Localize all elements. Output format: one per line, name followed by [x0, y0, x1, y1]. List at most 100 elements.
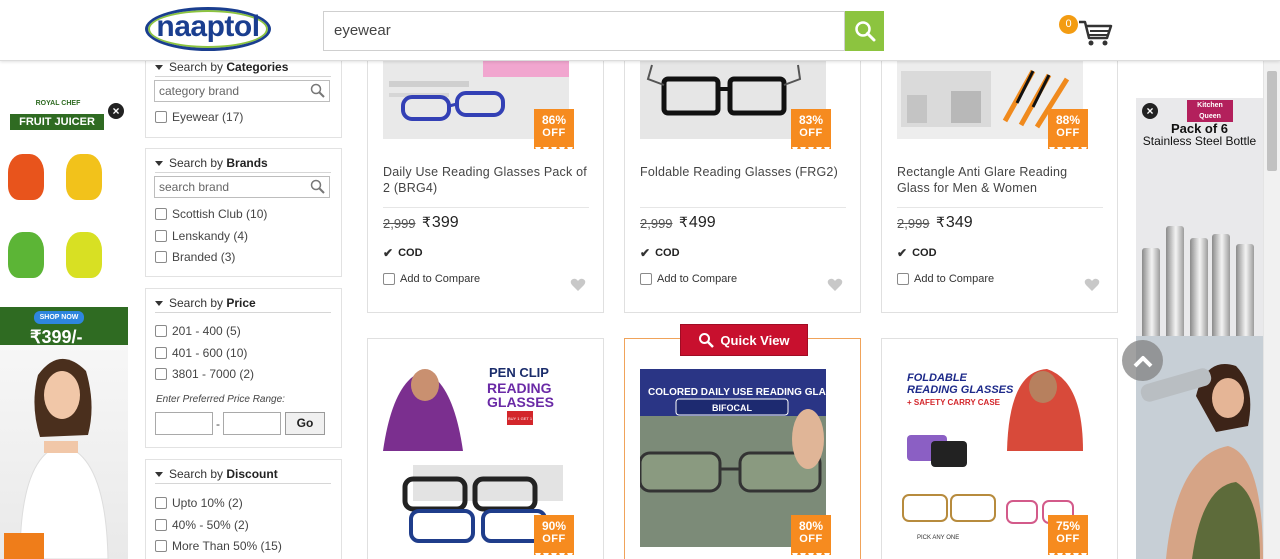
image-text: COLORED DAILY USE READING GLASSES	[648, 387, 826, 398]
quick-view-button[interactable]: Quick View	[680, 324, 808, 356]
discount-option[interactable]: More Than 50% (15)	[155, 539, 282, 553]
checkbox[interactable]	[155, 368, 167, 380]
product-name[interactable]: Daily Use Reading Glasses Pack of 2 (BRG…	[383, 164, 588, 196]
rupee-symbol: ₹	[936, 214, 945, 230]
product-name[interactable]: Rectangle Anti Glare Reading Glass for M…	[897, 164, 1102, 196]
price-range-dash: -	[216, 417, 220, 431]
bottle-image	[1190, 238, 1208, 340]
search-input[interactable]: eyewear	[323, 11, 845, 51]
category-search-input[interactable]: category brand	[154, 80, 330, 102]
brand-option[interactable]: Scottish Club (10)	[155, 207, 267, 221]
right-ad-brand: Kitchen Queen	[1187, 100, 1233, 122]
juicer-image-orange	[8, 154, 44, 200]
cod-label: ✔ COD	[640, 246, 680, 260]
wishlist-heart-icon[interactable]	[827, 277, 843, 292]
checkbox[interactable]	[155, 519, 167, 531]
product-card[interactable]: COLORED DAILY USE READING GLASSES BIFOCA…	[624, 338, 861, 559]
caret-down-icon	[155, 301, 163, 307]
checkbox[interactable]	[155, 540, 167, 552]
product-card[interactable]: 86% OFF Daily Use Reading Glasses Pack of…	[367, 40, 604, 313]
product-card[interactable]: 88% OFF Rectangle Anti Glare Reading Glas…	[881, 40, 1118, 313]
filter-price: Search by Price 201 - 400 (5) 401 - 600 …	[145, 288, 342, 448]
product-card[interactable]: 83% OFF Foldable Reading Glasses (FRG2) 2…	[624, 40, 861, 313]
scroll-to-top-button[interactable]	[1122, 340, 1163, 381]
divider	[155, 172, 331, 173]
left-ad-close-button[interactable]: ×	[108, 103, 124, 119]
price-option[interactable]: 201 - 400 (5)	[155, 324, 241, 338]
filter-discount-title[interactable]: Search by Discount	[155, 467, 278, 481]
search-icon	[854, 21, 875, 42]
brand-search-input[interactable]: search brand	[154, 176, 330, 198]
cart-icon[interactable]	[1077, 18, 1113, 48]
left-ad-brand: ROYAL CHEF	[35, 100, 81, 107]
discount-option[interactable]: Upto 10% (2)	[155, 496, 243, 510]
checkbox[interactable]	[155, 230, 167, 242]
search-icon	[699, 333, 715, 348]
model-illustration	[4, 358, 109, 559]
filter-brands: Search by Brands search brand Scottish C…	[145, 148, 342, 277]
right-ad-close-button[interactable]: ×	[1142, 103, 1158, 119]
checkbox[interactable]	[155, 111, 167, 123]
discount-badge: 83% OFF	[791, 109, 831, 153]
checkbox[interactable]	[897, 273, 909, 285]
discount-badge: 80% OFF	[791, 515, 831, 559]
product-card[interactable]: FOLDABLE READING GLASSES + SAFETY CARRY …	[881, 338, 1118, 559]
add-to-compare[interactable]: Add to Compare	[383, 273, 480, 285]
filter-categories-title[interactable]: Search by Categories	[155, 60, 288, 74]
right-ad-title: Pack of 6 Stainless Steel Bottle	[1136, 122, 1263, 148]
checkbox[interactable]	[155, 347, 167, 359]
left-ad-model-image	[0, 345, 128, 559]
brand-option[interactable]: Lenskandy (4)	[155, 229, 248, 243]
search-icon	[310, 179, 325, 194]
product-card[interactable]: PEN CLIP READING GLASSES BUY 1 GET 1 FRE…	[367, 338, 604, 559]
caret-down-icon	[155, 472, 163, 478]
divider	[383, 207, 589, 208]
wishlist-heart-icon[interactable]	[570, 277, 586, 292]
price-option[interactable]: 401 - 600 (10)	[155, 346, 247, 360]
price-option[interactable]: 3801 - 7000 (2)	[155, 367, 254, 381]
naaptol-logo[interactable]: naaptol	[145, 7, 271, 51]
price-max-input[interactable]	[223, 412, 281, 435]
page-scrollbar[interactable]	[1263, 61, 1280, 559]
checkbox[interactable]	[155, 497, 167, 509]
product-name[interactable]: Foldable Reading Glasses (FRG2)	[640, 164, 845, 180]
add-to-compare[interactable]: Add to Compare	[897, 273, 994, 285]
discount-option[interactable]: 40% - 50% (2)	[155, 518, 249, 532]
bottle-image	[1236, 244, 1254, 340]
add-to-compare[interactable]: Add to Compare	[640, 273, 737, 285]
checkbox[interactable]	[155, 251, 167, 263]
checkbox[interactable]	[640, 273, 652, 285]
image-text: BIFOCAL	[712, 403, 752, 413]
checkbox[interactable]	[155, 325, 167, 337]
rupee-symbol: ₹	[679, 214, 688, 230]
divider	[897, 207, 1103, 208]
wishlist-heart-icon[interactable]	[1084, 277, 1100, 292]
bottle-image	[1212, 234, 1230, 340]
caret-down-icon	[155, 65, 163, 71]
price-min-input[interactable]	[155, 412, 213, 435]
shop-now-button[interactable]: SHOP NOW	[34, 311, 84, 324]
juicer-image-green	[8, 232, 44, 278]
left-ad-banner[interactable]: ROYAL CHEF FRUIT JUICER SHOP NOW ₹399/- …	[0, 98, 128, 559]
checkbox[interactable]	[383, 273, 395, 285]
page: naaptol eyewear 0 ROYAL CHEF FRUIT JUICE…	[0, 0, 1280, 559]
bottle-image	[1142, 248, 1160, 340]
cod-label: ✔ COD	[897, 246, 937, 260]
filter-discount: Search by Discount Upto 10% (2) 40% - 50…	[145, 459, 342, 559]
category-option[interactable]: Eyewear (17)	[155, 110, 243, 124]
juicer-image-lime	[66, 232, 102, 278]
search-button[interactable]	[845, 11, 884, 51]
check-icon: ✔	[897, 246, 908, 260]
brand-option[interactable]: Branded (3)	[155, 250, 235, 264]
filter-price-title[interactable]: Search by Price	[155, 296, 256, 310]
left-ad-title: FRUIT JUICER	[10, 114, 104, 130]
divider	[155, 483, 331, 484]
right-ad-banner[interactable]: Kitchen Queen Pack of 6 Stainless Steel …	[1136, 98, 1263, 559]
cart-count-badge: 0	[1059, 15, 1078, 34]
checkbox[interactable]	[155, 208, 167, 220]
filter-brands-title[interactable]: Search by Brands	[155, 156, 268, 170]
price-go-button[interactable]: Go	[285, 412, 325, 435]
filter-categories: Search by Categories category brand Eyew…	[145, 52, 342, 138]
product-mrp: 2,999	[897, 216, 930, 231]
scrollbar-thumb[interactable]	[1267, 71, 1277, 171]
